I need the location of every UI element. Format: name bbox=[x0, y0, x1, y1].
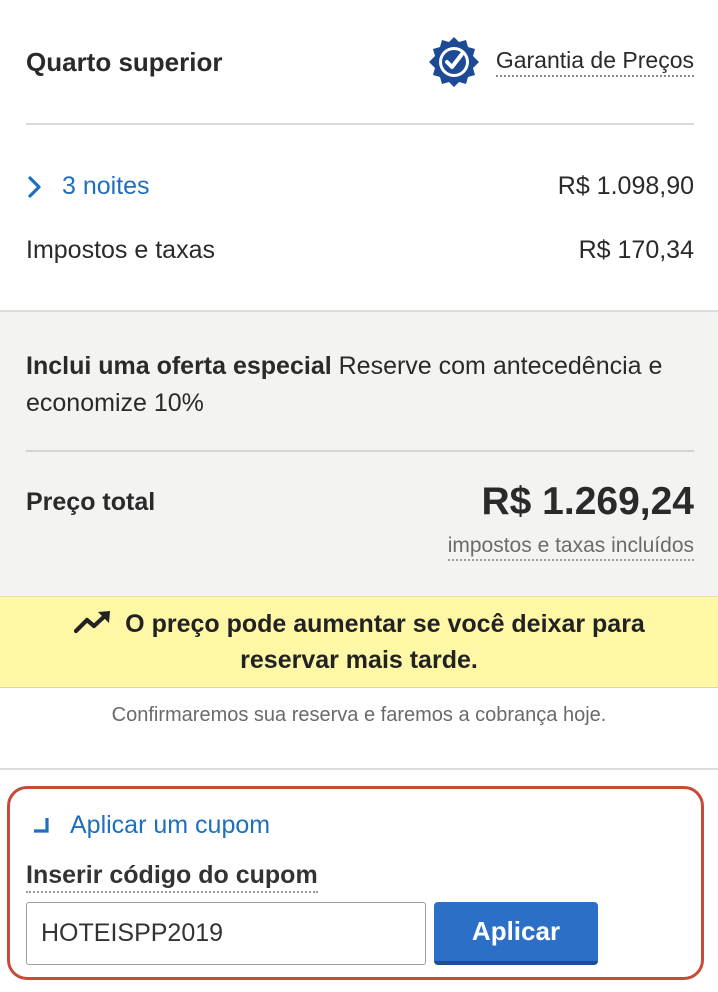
room-title: Quarto superior bbox=[26, 47, 223, 77]
warning-text: O preço pode aumentar se você deixar par… bbox=[125, 610, 645, 674]
apply-coupon-button[interactable]: Aplicar bbox=[434, 902, 598, 965]
nights-label[interactable]: 3 noites bbox=[62, 172, 150, 201]
nights-amount: R$ 1.098,90 bbox=[557, 172, 694, 200]
taxes-label: Impostos e taxas bbox=[26, 236, 215, 264]
coupon-section: Aplicar um cupom Inserir código do cupom… bbox=[7, 786, 704, 980]
chevron-right-icon bbox=[28, 175, 41, 198]
badge-check-icon bbox=[428, 37, 479, 87]
trending-up-icon bbox=[74, 611, 111, 634]
taxes-amount: R$ 170,34 bbox=[578, 236, 694, 264]
total-price-label: Preço total bbox=[26, 488, 156, 516]
price-guarantee-label[interactable]: Garantia de Preços bbox=[495, 47, 694, 77]
taxes-included-note[interactable]: impostos e taxas incluídos bbox=[447, 534, 694, 561]
price-increase-warning: O preço pode aumentar se você deixar par… bbox=[0, 596, 718, 688]
offer-panel: Inclui uma oferta especial Reserve com a… bbox=[0, 310, 718, 596]
confirmation-note: Confirmaremos sua reserva e faremos a co… bbox=[111, 704, 607, 726]
special-offer-title: Inclui uma oferta especial bbox=[26, 352, 332, 380]
divider bbox=[26, 450, 694, 452]
taxes-row: Impostos e taxas R$ 170,34 bbox=[26, 236, 694, 265]
room-header: Quarto superior Garantia de Preços bbox=[26, 0, 694, 125]
special-offer-text: Inclui uma oferta especial Reserve com a… bbox=[26, 348, 666, 422]
total-price-amount: R$ 1.269,24 bbox=[481, 480, 694, 523]
price-guarantee-link[interactable]: Garantia de Preços bbox=[428, 36, 694, 88]
coupon-code-input[interactable] bbox=[26, 902, 426, 965]
collapse-corner-icon bbox=[34, 817, 49, 833]
coupon-code-label: Inserir código do cupom bbox=[26, 861, 318, 893]
nights-row: 3 noites R$ 1.098,90 bbox=[26, 172, 694, 201]
divider bbox=[0, 768, 718, 770]
nights-toggle[interactable]: 3 noites bbox=[26, 172, 150, 201]
apply-coupon-toggle[interactable]: Aplicar um cupom bbox=[34, 811, 270, 840]
apply-coupon-label[interactable]: Aplicar um cupom bbox=[70, 811, 270, 840]
